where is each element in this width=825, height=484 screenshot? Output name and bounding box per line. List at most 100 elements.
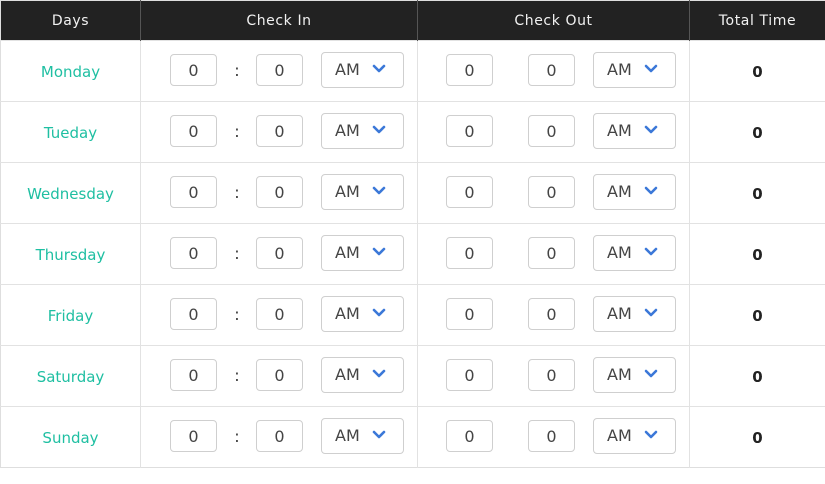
- check-in-minute-input[interactable]: 0: [256, 237, 303, 269]
- check-out-hour-input[interactable]: 0: [446, 54, 493, 86]
- check-in-minute-input[interactable]: 0: [256, 298, 303, 330]
- check-in-cell: 0 : 0 AM: [140, 406, 418, 468]
- chevron-down-icon: [372, 369, 386, 378]
- check-out-time-group: 0 0 AM: [418, 113, 689, 151]
- check-in-period-value: AM: [335, 365, 360, 384]
- check-in-hour-input[interactable]: 0: [170, 420, 217, 452]
- check-in-period-value: AM: [335, 60, 360, 79]
- total-time-value: 0: [752, 367, 763, 386]
- check-out-minute-input[interactable]: 0: [528, 176, 575, 208]
- check-in-period-select[interactable]: AM: [321, 113, 404, 149]
- check-out-period-select[interactable]: AM: [593, 235, 676, 271]
- chevron-down-icon: [372, 64, 386, 73]
- check-in-time-group: 0 : 0 AM: [141, 357, 417, 395]
- check-out-period-value: AM: [607, 243, 632, 262]
- day-label: Friday: [47, 306, 94, 325]
- chevron-down-icon: [644, 247, 658, 256]
- check-in-hour-input[interactable]: 0: [170, 115, 217, 147]
- check-in-cell: 0 : 0 AM: [140, 345, 418, 407]
- check-out-cell: 0 0 AM: [417, 223, 690, 285]
- check-in-time-group: 0 : 0 AM: [141, 113, 417, 151]
- check-in-hour-input[interactable]: 0: [170, 298, 217, 330]
- check-out-minute-input[interactable]: 0: [528, 420, 575, 452]
- chevron-down-icon: [372, 125, 386, 134]
- check-out-hour-input[interactable]: 0: [446, 359, 493, 391]
- chevron-down-icon: [372, 247, 386, 256]
- total-time-value: 0: [752, 428, 763, 447]
- header-check-in: Check In: [140, 0, 418, 41]
- check-out-cell: 0 0 AM: [417, 162, 690, 224]
- check-out-period-select[interactable]: AM: [593, 113, 676, 149]
- check-out-time-group: 0 0 AM: [418, 174, 689, 212]
- time-separator: :: [234, 182, 240, 202]
- check-in-hour-input[interactable]: 0: [170, 237, 217, 269]
- check-out-time-group: 0 0 AM: [418, 296, 689, 334]
- header-total-time: Total Time: [689, 0, 825, 41]
- time-separator: :: [234, 121, 240, 141]
- time-separator: :: [234, 243, 240, 263]
- day-label: Sunday: [42, 428, 99, 447]
- check-out-period-select[interactable]: AM: [593, 52, 676, 88]
- check-out-period-value: AM: [607, 60, 632, 79]
- check-in-hour-input[interactable]: 0: [170, 359, 217, 391]
- chevron-down-icon: [644, 125, 658, 134]
- check-in-minute-input[interactable]: 0: [256, 420, 303, 452]
- day-label: Monday: [40, 62, 101, 81]
- check-out-minute-input[interactable]: 0: [528, 298, 575, 330]
- chevron-down-icon: [644, 186, 658, 195]
- check-out-hour-input[interactable]: 0: [446, 298, 493, 330]
- check-out-minute-input[interactable]: 0: [528, 54, 575, 86]
- chevron-down-icon: [644, 369, 658, 378]
- check-in-period-value: AM: [335, 304, 360, 323]
- check-out-time-group: 0 0 AM: [418, 357, 689, 395]
- check-in-cell: 0 : 0 AM: [140, 284, 418, 346]
- header-check-out: Check Out: [417, 0, 690, 41]
- check-in-period-select[interactable]: AM: [321, 174, 404, 210]
- check-in-period-select[interactable]: AM: [321, 52, 404, 88]
- check-out-period-value: AM: [607, 121, 632, 140]
- check-in-period-select[interactable]: AM: [321, 357, 404, 393]
- check-out-minute-input[interactable]: 0: [528, 359, 575, 391]
- check-in-minute-input[interactable]: 0: [256, 115, 303, 147]
- check-out-hour-input[interactable]: 0: [446, 420, 493, 452]
- chevron-down-icon: [644, 308, 658, 317]
- total-time-value: 0: [752, 245, 763, 264]
- check-out-time-group: 0 0 AM: [418, 235, 689, 273]
- check-out-period-value: AM: [607, 304, 632, 323]
- check-in-minute-input[interactable]: 0: [256, 176, 303, 208]
- check-in-minute-input[interactable]: 0: [256, 359, 303, 391]
- day-cell: Thursday: [0, 223, 141, 285]
- day-label: Tueday: [43, 123, 98, 142]
- chevron-down-icon: [372, 186, 386, 195]
- check-in-time-group: 0 : 0 AM: [141, 296, 417, 334]
- check-out-minute-input[interactable]: 0: [528, 115, 575, 147]
- check-in-hour-input[interactable]: 0: [170, 176, 217, 208]
- time-separator: :: [234, 426, 240, 446]
- timesheet-table: Days Check In Check Out Total Time Monda…: [0, 0, 825, 468]
- check-out-minute-input[interactable]: 0: [528, 237, 575, 269]
- check-out-hour-input[interactable]: 0: [446, 176, 493, 208]
- check-out-period-select[interactable]: AM: [593, 357, 676, 393]
- check-out-period-select[interactable]: AM: [593, 418, 676, 454]
- check-out-period-select[interactable]: AM: [593, 174, 676, 210]
- check-in-cell: 0 : 0 AM: [140, 40, 418, 102]
- table-row: Tueday 0 : 0 AM 0 0 AM 0: [0, 101, 825, 163]
- check-out-period-select[interactable]: AM: [593, 296, 676, 332]
- check-in-period-select[interactable]: AM: [321, 296, 404, 332]
- day-label: Thursday: [35, 245, 106, 264]
- check-in-time-group: 0 : 0 AM: [141, 418, 417, 456]
- check-out-cell: 0 0 AM: [417, 345, 690, 407]
- day-cell: Monday: [0, 40, 141, 102]
- check-out-hour-input[interactable]: 0: [446, 115, 493, 147]
- header-row: Days Check In Check Out Total Time: [0, 0, 825, 41]
- day-cell: Tueday: [0, 101, 141, 163]
- check-out-time-group: 0 0 AM: [418, 52, 689, 90]
- table-body: Monday 0 : 0 AM 0 0 AM 0 Tueday 0: 0 AM…: [0, 40, 825, 468]
- check-out-hour-input[interactable]: 0: [446, 237, 493, 269]
- check-out-time-group: 0 0 AM: [418, 418, 689, 456]
- check-in-period-select[interactable]: AM: [321, 235, 404, 271]
- check-in-hour-input[interactable]: 0: [170, 54, 217, 86]
- total-time-cell: 0: [689, 162, 825, 224]
- check-in-minute-input[interactable]: 0: [256, 54, 303, 86]
- check-in-period-select[interactable]: AM: [321, 418, 404, 454]
